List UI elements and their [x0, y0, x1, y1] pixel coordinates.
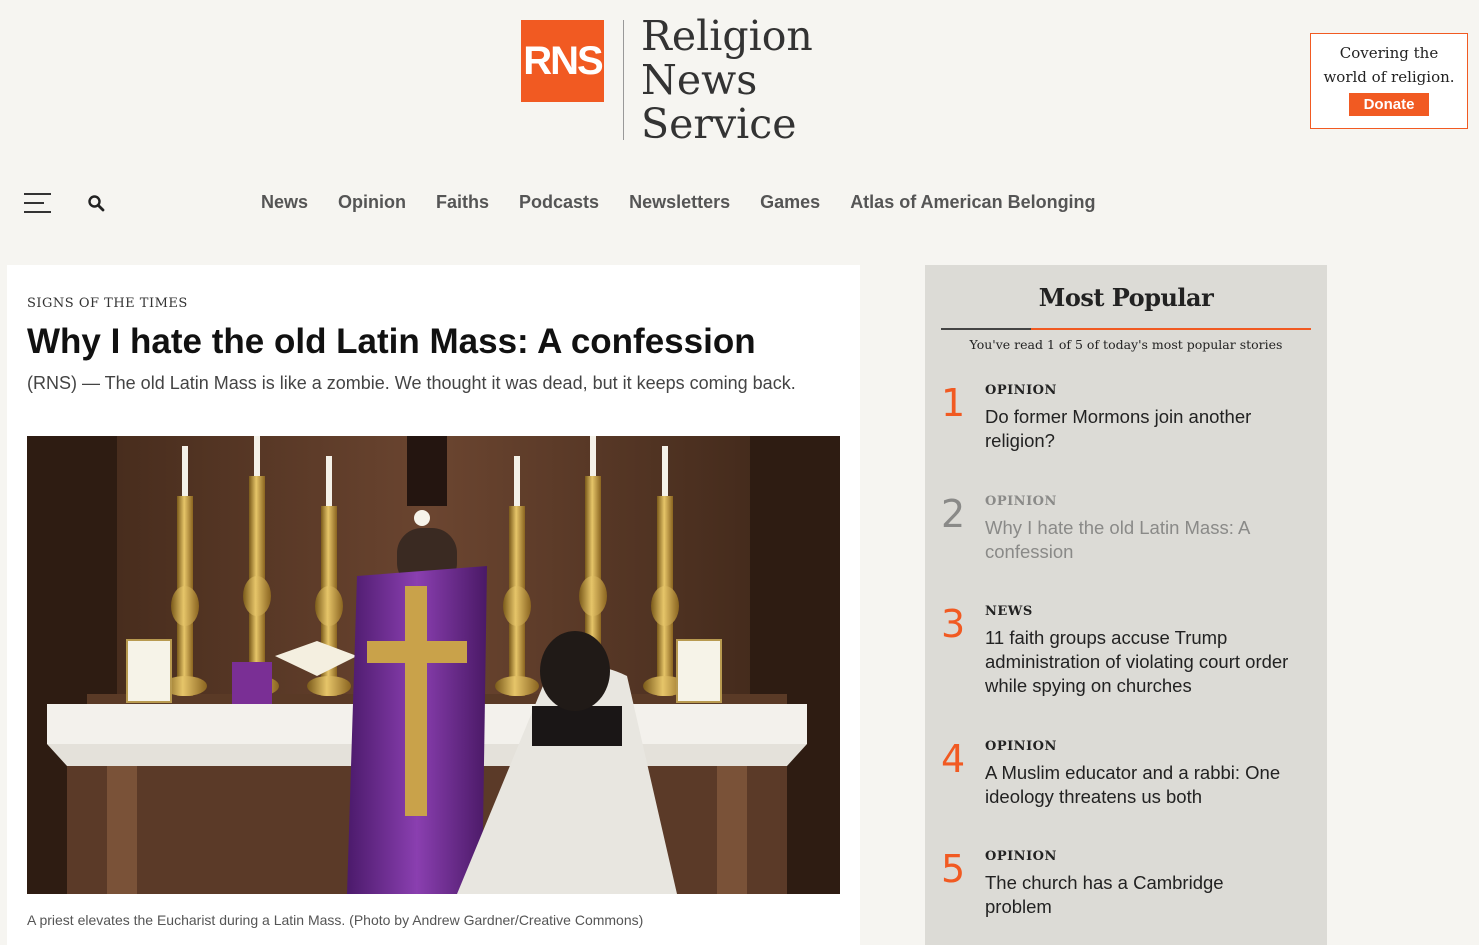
nav-item-newsletters[interactable]: Newsletters — [629, 190, 730, 214]
popular-rank: 2 — [941, 492, 966, 536]
popular-category: NEWS — [985, 604, 1033, 619]
popular-category: OPINION — [985, 383, 1057, 398]
hamburger-menu-icon[interactable] — [24, 193, 51, 213]
nav-item-opinion[interactable]: Opinion — [338, 190, 406, 214]
popular-category: OPINION — [985, 494, 1057, 509]
donate-button[interactable]: Donate — [1348, 93, 1430, 116]
logo-mark: RNS — [521, 20, 604, 102]
article-dek: (RNS) — The old Latin Mass is like a zom… — [27, 373, 796, 393]
logo-line-2: News — [641, 56, 758, 104]
logo-divider — [623, 20, 624, 140]
logo-line-1: Religion — [641, 12, 813, 60]
nav-item-games[interactable]: Games — [760, 190, 820, 214]
photo-caption: A priest elevates the Eucharist during a… — [27, 912, 644, 928]
article-photo — [27, 436, 840, 894]
popular-rank: 3 — [941, 602, 966, 646]
popular-title[interactable]: 11 faith groups accuse Trump administrat… — [985, 626, 1295, 698]
nav-item-atlas[interactable]: Atlas of American Belonging — [850, 190, 1095, 214]
article-headline: Why I hate the old Latin Mass: A confess… — [27, 322, 756, 361]
popular-title[interactable]: A Muslim educator and a rabbi: One ideol… — [985, 761, 1295, 809]
popular-rank: 1 — [941, 381, 966, 425]
site-logo[interactable]: RNS Religion News Service — [521, 14, 821, 146]
nav-item-faiths[interactable]: Faiths — [436, 190, 489, 214]
donate-tagline: Covering the world of religion. — [1323, 44, 1455, 86]
logo-line-3: Service — [641, 100, 797, 148]
popular-title[interactable]: Do former Mormons join another religion? — [985, 405, 1295, 453]
nav-item-podcasts[interactable]: Podcasts — [519, 190, 599, 214]
nav-item-news[interactable]: News — [261, 190, 308, 214]
sidebar-read-count: You've read 1 of 5 of today's most popul… — [969, 337, 1283, 352]
popular-title[interactable]: Why I hate the old Latin Mass: A confess… — [985, 516, 1295, 564]
most-popular-sidebar: Most Popular You've read 1 of 5 of today… — [925, 265, 1327, 945]
article-kicker[interactable]: Signs of the Times — [27, 296, 188, 311]
sidebar-title: Most Popular — [1038, 283, 1214, 312]
popular-rank: 5 — [941, 847, 966, 891]
article-card: Signs of the Times Why I hate the old La… — [7, 265, 860, 945]
main-nav: News Opinion Faiths Podcasts Newsletters… — [261, 190, 1126, 214]
popular-title[interactable]: The church has a Cambridge problem — [985, 871, 1295, 919]
donate-box: Covering the world of religion. Donate — [1310, 33, 1468, 129]
sidebar-divider — [941, 328, 1311, 330]
popular-category: OPINION — [985, 739, 1057, 754]
logo-wordmark: Religion News Service — [641, 14, 813, 146]
search-icon[interactable] — [87, 194, 105, 212]
popular-rank: 4 — [941, 737, 966, 781]
popular-category: OPINION — [985, 849, 1057, 864]
